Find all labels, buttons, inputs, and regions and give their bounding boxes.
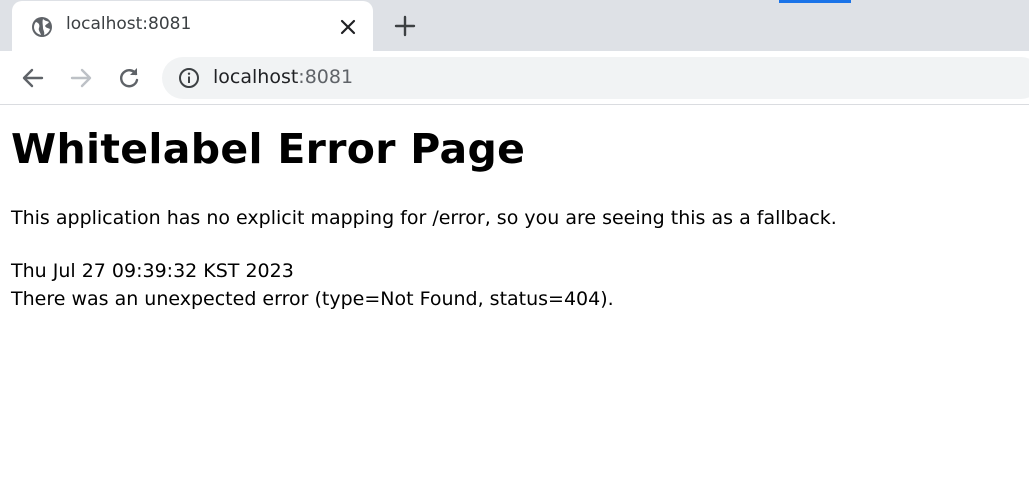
address-url[interactable]: localhost:8081 <box>213 66 353 88</box>
address-bar[interactable]: localhost:8081 <box>162 57 1029 99</box>
info-icon[interactable] <box>178 67 200 89</box>
plus-icon[interactable] <box>392 13 418 39</box>
tab-strip-highlight <box>779 0 851 3</box>
error-description: There was an unexpected error (type=Not … <box>11 288 614 310</box>
tab-strip: localhost:8081 <box>0 0 1029 51</box>
close-icon[interactable] <box>337 16 359 38</box>
url-host: localhost <box>213 66 299 88</box>
back-arrow-icon[interactable] <box>20 65 46 91</box>
browser-toolbar: localhost:8081 <box>0 51 1029 105</box>
url-port: :8081 <box>298 66 354 88</box>
error-timestamp: Thu Jul 27 09:39:32 KST 2023 <box>11 260 294 282</box>
globe-icon <box>31 16 53 38</box>
browser-tab[interactable]: localhost:8081 <box>12 1 373 51</box>
page-title: Whitelabel Error Page <box>11 125 526 173</box>
reload-icon[interactable] <box>116 65 142 91</box>
forward-arrow-icon[interactable] <box>68 65 94 91</box>
tab-title: localhost:8081 <box>66 14 192 34</box>
fallback-message: This application has no explicit mapping… <box>11 207 837 229</box>
error-details: Thu Jul 27 09:39:32 KST 2023 There was a… <box>11 257 614 313</box>
